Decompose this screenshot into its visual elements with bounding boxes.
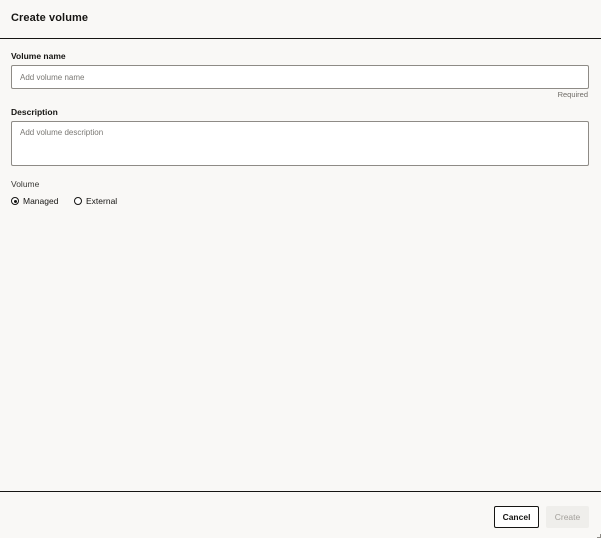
cancel-button[interactable]: Cancel — [494, 506, 539, 528]
dialog-footer: Cancel Create — [0, 491, 601, 538]
create-volume-dialog: Create volume Volume name Required Descr… — [0, 0, 601, 538]
radio-external[interactable]: External — [74, 196, 117, 206]
dialog-header: Create volume — [0, 0, 601, 39]
description-textarea[interactable] — [11, 121, 589, 166]
radio-external-label: External — [86, 196, 118, 206]
radio-managed-label: Managed — [23, 196, 59, 206]
create-button[interactable]: Create — [546, 506, 589, 528]
dialog-title: Create volume — [11, 12, 89, 24]
radio-managed[interactable]: Managed — [11, 196, 58, 206]
volume-type-label: Volume — [11, 179, 40, 189]
volume-name-label: Volume name — [11, 51, 66, 61]
resize-handle-icon[interactable] — [597, 534, 601, 538]
description-label: Description — [11, 107, 58, 117]
radio-unselected-icon[interactable] — [74, 197, 82, 205]
volume-name-input[interactable] — [11, 65, 589, 89]
radio-selected-icon[interactable] — [11, 197, 19, 205]
required-hint: Required — [557, 90, 588, 99]
